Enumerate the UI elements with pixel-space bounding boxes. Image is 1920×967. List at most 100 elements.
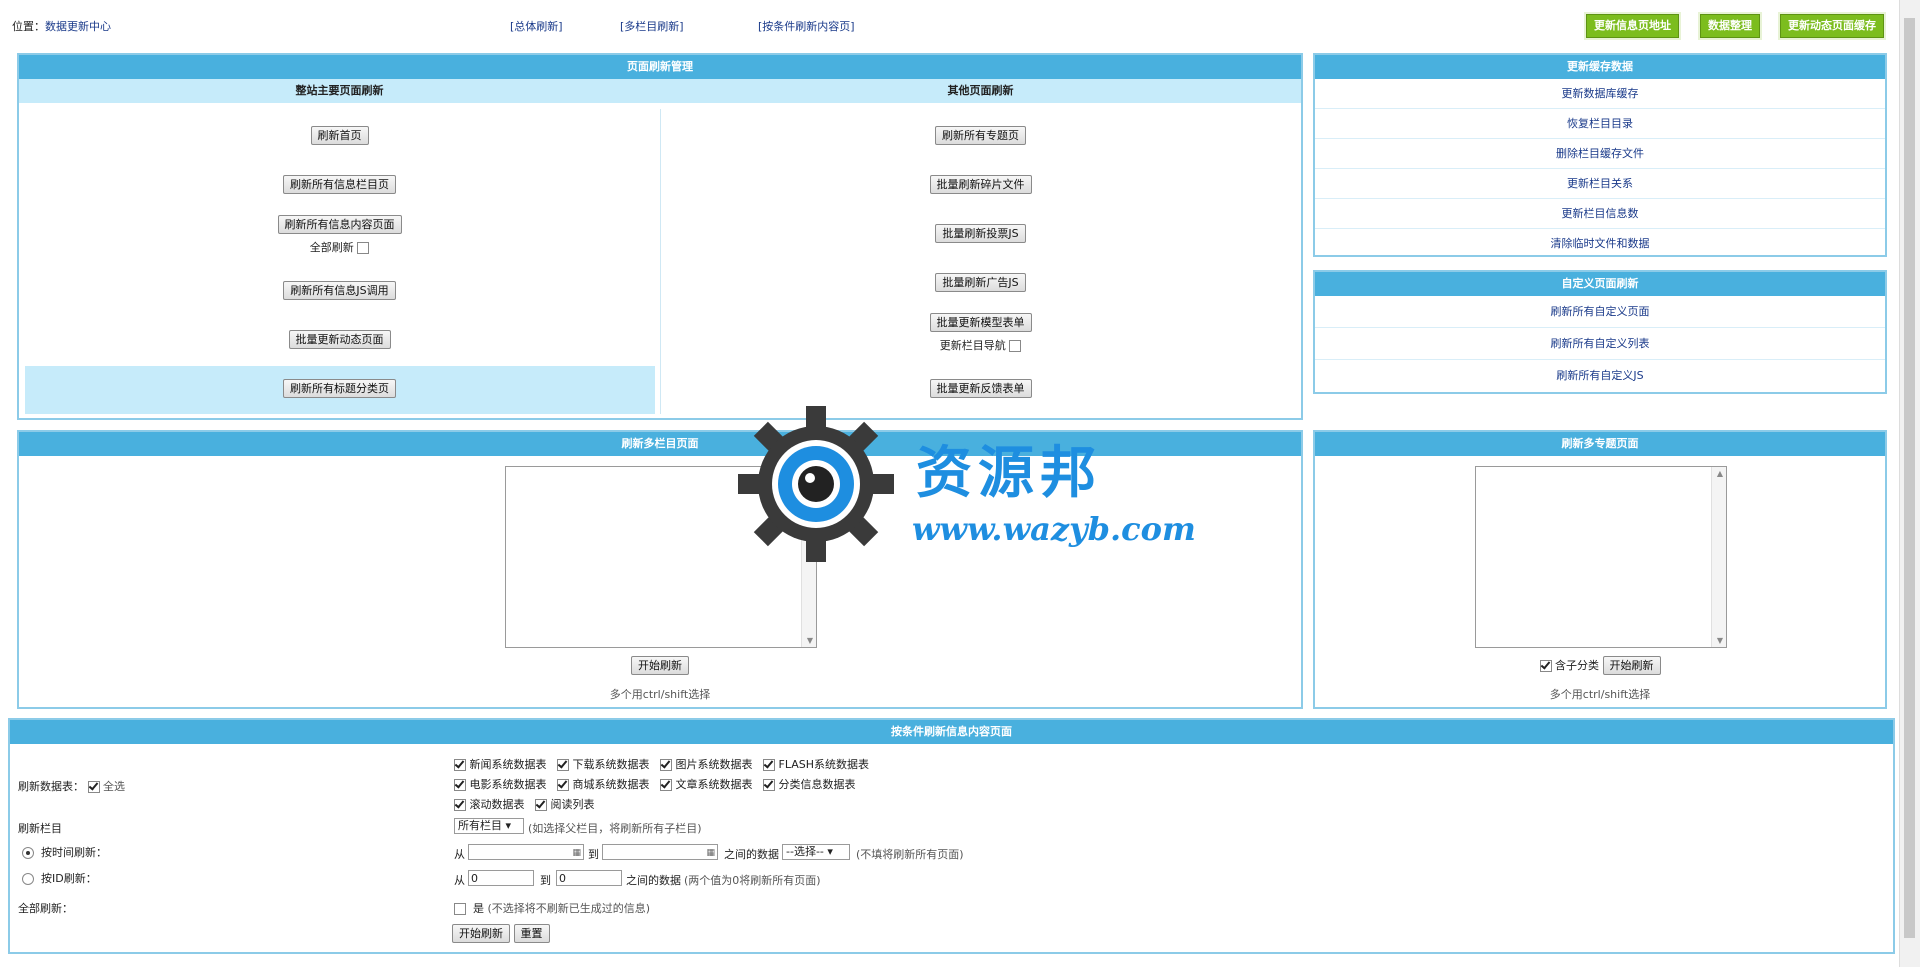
full-refresh-label: 全部刷新 [309, 241, 354, 254]
time-select[interactable]: --选择-- ▾ [782, 844, 850, 860]
topic-listbox-scrollbar[interactable]: ▲ ▼ [1711, 467, 1726, 647]
cache-link-restore-dir[interactable]: 恢复栏目目录 [1315, 109, 1885, 139]
table-checkbox[interactable] [535, 799, 547, 811]
update-dynamic-cache-button[interactable]: 更新动态页面缓存 [1780, 14, 1884, 38]
location-breadcrumb: 位置：数据更新中心 [12, 18, 111, 34]
id-refresh-row: 按ID刷新： [22, 870, 97, 886]
main-pages-subtitle: 整站主要页面刷新 [19, 79, 660, 103]
refresh-js-button[interactable]: 刷新所有信息JS调用 [283, 281, 396, 300]
cache-link-clear-temp[interactable]: 清除临时文件和数据 [1315, 229, 1885, 258]
table-label-news: 新闻系统数据表 [469, 758, 547, 771]
multi-column-start-button[interactable]: 开始刷新 [631, 656, 689, 675]
start-date-input[interactable]: ▦ [468, 844, 584, 860]
include-sub-checkbox[interactable] [1539, 660, 1552, 672]
column-select-value: 所有栏目 [458, 819, 502, 832]
between-label: 之间的数据 [724, 848, 779, 861]
multi-topic-panel: 刷新多专题页面 ▲ ▼ 含子分类 开始刷新 多个用ctrl/shift选择 [1313, 430, 1887, 709]
table-row-label: 刷新数据表： 全选 [18, 778, 125, 794]
update-feedback-forms-button[interactable]: 批量更新反馈表单 [929, 379, 1032, 398]
select-all-label: 全选 [103, 780, 125, 793]
update-info-url-button[interactable]: 更新信息页地址 [1586, 14, 1679, 38]
cache-panel-title: 更新缓存数据 [1315, 55, 1885, 79]
id-to-input[interactable]: 0 [556, 870, 622, 886]
condition-panel-title: 按条件刷新信息内容页面 [10, 720, 1893, 744]
cache-link-column-relation[interactable]: 更新栏目关系 [1315, 169, 1885, 199]
from-label: 从 [454, 848, 465, 861]
refresh-fragments-button[interactable]: 批量刷新碎片文件 [929, 175, 1032, 194]
condition-refresh-panel: 按条件刷新信息内容页面 刷新数据表： 全选 新闻系统数据表 下载系统数据表 图片… [8, 718, 1895, 954]
refresh-title-category-button[interactable]: 刷新所有标题分类页 [283, 379, 396, 398]
page-scrollbar[interactable] [1899, 0, 1920, 967]
cache-link-column-info-count[interactable]: 更新栏目信息数 [1315, 199, 1885, 229]
refresh-content-pages-button[interactable]: 刷新所有信息内容页面 [277, 215, 402, 234]
select-all-checkbox[interactable] [87, 781, 100, 793]
multi-topic-start-button[interactable]: 开始刷新 [1602, 656, 1661, 675]
table-checkbox[interactable] [557, 759, 569, 771]
table-label-classified: 分类信息数据表 [778, 778, 856, 791]
multi-topic-title: 刷新多专题页面 [1315, 432, 1885, 456]
topic-listbox[interactable]: ▲ ▼ [1475, 466, 1727, 648]
table-checkbox[interactable] [454, 779, 466, 791]
top-bar: 位置：数据更新中心 [总体刷新] [多栏目刷新] [按条件刷新内容页] 更新信息… [0, 0, 1898, 48]
custom-link-lists[interactable]: 刷新所有自定义列表 [1315, 328, 1885, 360]
update-nav-checkbox[interactable] [1009, 340, 1022, 352]
table-checkbox[interactable] [454, 759, 466, 771]
cache-link-db[interactable]: 更新数据库缓存 [1315, 79, 1885, 109]
all-refresh-label: 全部刷新： [18, 902, 73, 915]
update-dynamic-pages-button[interactable]: 批量更新动态页面 [288, 330, 391, 349]
id-refresh-radio[interactable] [22, 873, 34, 885]
column-select[interactable]: 所有栏目 ▾ [454, 818, 524, 834]
id-from-label: 从 [454, 874, 465, 887]
time-refresh-radio[interactable] [22, 847, 34, 859]
column-listbox[interactable]: ▲ ▼ [505, 466, 817, 648]
calendar-icon[interactable]: ▦ [572, 845, 581, 861]
custom-link-js[interactable]: 刷新所有自定义JS [1315, 360, 1885, 391]
custom-refresh-panel: 自定义页面刷新 刷新所有自定义页面 刷新所有自定义列表 刷新所有自定义JS [1313, 270, 1887, 394]
overall-refresh-link[interactable]: [总体刷新] [510, 18, 563, 34]
multi-column-panel: 刷新多栏目页面 ▲ ▼ 开始刷新 多个用ctrl/shift选择 [17, 430, 1303, 709]
include-sub-label: 含子分类 [1555, 659, 1599, 672]
multi-column-refresh-link[interactable]: [多栏目刷新] [620, 18, 684, 34]
table-checkbox[interactable] [557, 779, 569, 791]
table-checkbox[interactable] [660, 759, 672, 771]
location-link[interactable]: 数据更新中心 [45, 20, 111, 33]
end-date-input[interactable]: ▦ [602, 844, 718, 860]
table-checkbox[interactable] [763, 779, 775, 791]
refresh-topics-button[interactable]: 刷新所有专题页 [935, 126, 1026, 145]
full-refresh-checkbox[interactable] [357, 242, 370, 254]
column-hint: (如选择父栏目，将刷新所有子栏目) [528, 822, 702, 835]
time-hint: (不填将刷新所有页面) [856, 848, 964, 861]
other-pages-subtitle: 其他页面刷新 [660, 79, 1301, 103]
refresh-ad-js-button[interactable]: 批量刷新广告JS [935, 273, 1026, 292]
custom-link-pages[interactable]: 刷新所有自定义页面 [1315, 296, 1885, 328]
reset-button[interactable]: 重置 [513, 924, 550, 943]
multi-column-hint: 多个用ctrl/shift选择 [609, 688, 711, 701]
id-from-input[interactable]: 0 [468, 870, 534, 886]
refresh-vote-js-button[interactable]: 批量刷新投票JS [935, 224, 1026, 243]
all-refresh-yes: 是 [473, 902, 484, 915]
all-refresh-row: 是 (不选择将不刷新已生成过的信息) [454, 900, 650, 916]
time-refresh-label: 按时间刷新： [41, 846, 107, 859]
chevron-down-icon: ▾ [827, 845, 833, 858]
table-label-download: 下载系统数据表 [572, 758, 650, 771]
id-between-label: 之间的数据 [626, 874, 681, 887]
table-label-shop: 商城系统数据表 [572, 778, 650, 791]
condition-start-button[interactable]: 开始刷新 [452, 924, 510, 943]
refresh-column-pages-button[interactable]: 刷新所有信息栏目页 [283, 175, 396, 194]
calendar-icon[interactable]: ▦ [706, 845, 715, 861]
table-checkbox[interactable] [660, 779, 672, 791]
column-listbox-scrollbar[interactable]: ▲ ▼ [801, 467, 816, 647]
data-cleanup-button[interactable]: 数据整理 [1700, 14, 1760, 38]
all-refresh-checkbox[interactable] [454, 903, 466, 915]
table-label-scroll: 滚动数据表 [469, 798, 525, 811]
table-label-flash: FLASH系统数据表 [778, 758, 870, 771]
id-hint: (两个值为0将刷新所有页面) [684, 874, 821, 887]
page-scrollbar-thumb[interactable] [1904, 18, 1915, 938]
table-checkbox[interactable] [454, 799, 466, 811]
table-checkbox[interactable] [763, 759, 775, 771]
cache-link-delete-column-cache[interactable]: 删除栏目缓存文件 [1315, 139, 1885, 169]
table-label-photo: 图片系统数据表 [675, 758, 753, 771]
update-model-forms-button[interactable]: 批量更新模型表单 [929, 313, 1032, 332]
condition-refresh-link[interactable]: [按条件刷新内容页] [758, 18, 855, 34]
refresh-home-button[interactable]: 刷新首页 [310, 126, 369, 145]
